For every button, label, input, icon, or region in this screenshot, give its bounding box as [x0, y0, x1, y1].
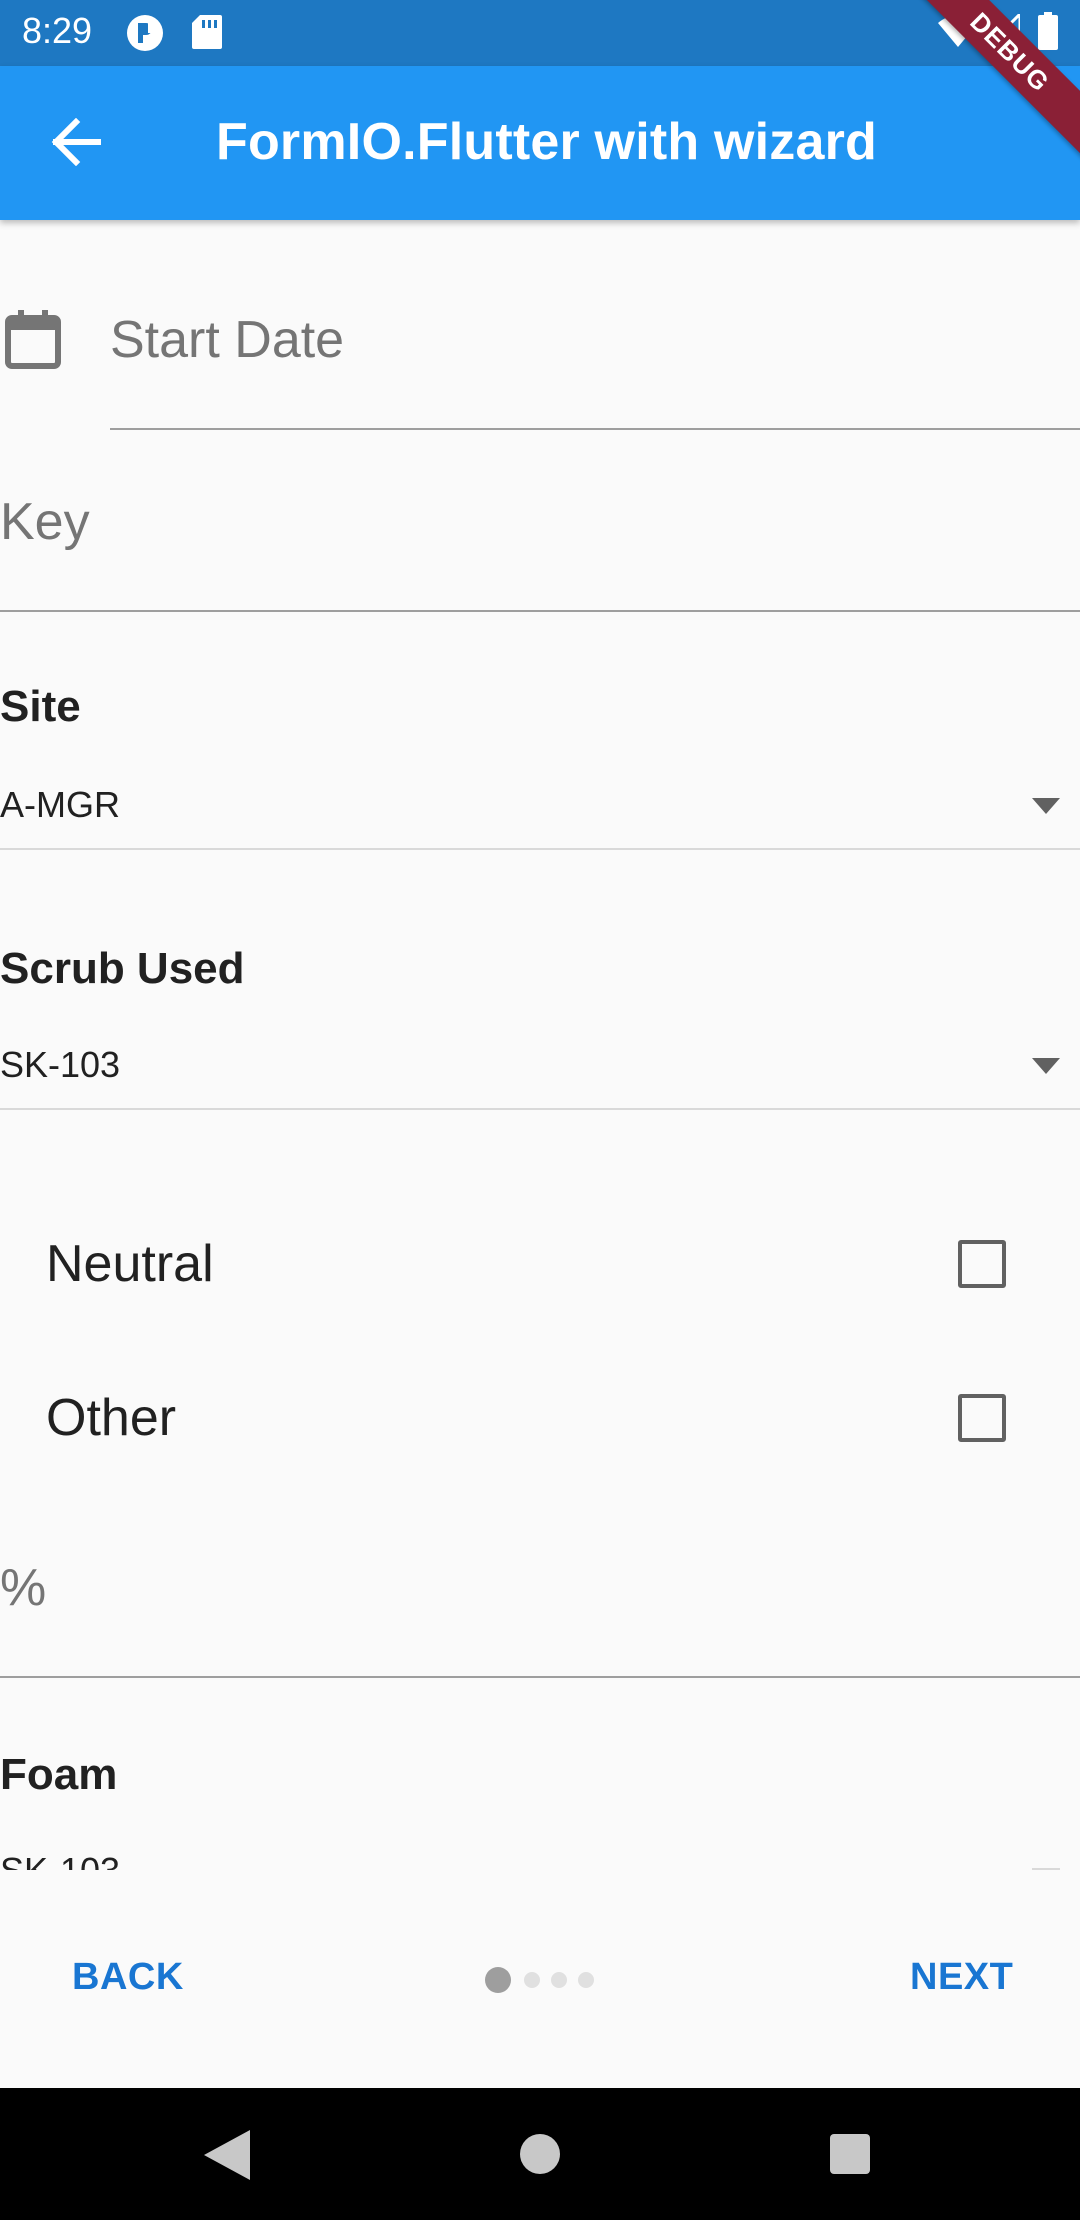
site-label: Site: [0, 682, 81, 731]
sd-card-icon: [192, 15, 222, 49]
foam-dropdown[interactable]: SK-103: [0, 1850, 120, 1870]
back-arrow-icon[interactable]: [50, 118, 102, 166]
page-indicator-dot: [578, 1972, 594, 1988]
status-bar: 8:29: [0, 0, 1080, 66]
page-title: FormIO.Flutter with wizard: [216, 113, 877, 171]
wizard-form: Start Date Key Site A-MGR Scrub Used SK-…: [0, 220, 1080, 1870]
chevron-down-icon[interactable]: [1032, 1058, 1060, 1074]
start-date-field[interactable]: Start Date: [110, 310, 344, 370]
page-indicator-dot: [524, 1972, 540, 1988]
site-underline: [0, 848, 1080, 850]
calendar-icon[interactable]: [4, 308, 62, 370]
status-time: 8:29: [22, 10, 93, 51]
page-indicator-dot: [551, 1972, 567, 1988]
key-field[interactable]: Key: [0, 492, 90, 552]
start-date-underline: [110, 428, 1080, 430]
foam-label: Foam: [0, 1750, 118, 1799]
percent-field[interactable]: %: [0, 1558, 46, 1618]
scrub-used-underline: [0, 1108, 1080, 1110]
next-button[interactable]: NEXT: [910, 1956, 1013, 1999]
system-back-icon[interactable]: [204, 2130, 250, 2180]
system-recents-icon[interactable]: [830, 2134, 870, 2174]
checkbox-other[interactable]: [958, 1394, 1006, 1442]
scrub-used-dropdown[interactable]: SK-103: [0, 1044, 120, 1086]
scrub-used-label: Scrub Used: [0, 944, 245, 993]
app-bar: FormIO.Flutter with wizard: [0, 66, 1080, 220]
checkbox-label-other: Other: [46, 1389, 177, 1447]
battery-icon: [1038, 12, 1058, 50]
page-indicator-dot-active: [485, 1967, 511, 1993]
checkbox-neutral[interactable]: [958, 1240, 1006, 1288]
chevron-down-icon[interactable]: [1032, 798, 1060, 814]
site-dropdown[interactable]: A-MGR: [0, 784, 120, 826]
key-underline: [0, 610, 1080, 612]
app-notification-icon: [127, 15, 163, 51]
checkbox-label-neutral: Neutral: [46, 1235, 214, 1293]
wizard-navigation: BACK NEXT: [0, 1870, 1080, 2088]
percent-underline: [0, 1676, 1080, 1678]
system-navigation-bar: [0, 2088, 1080, 2220]
system-home-icon[interactable]: [520, 2134, 560, 2174]
back-button[interactable]: BACK: [72, 1956, 184, 1999]
